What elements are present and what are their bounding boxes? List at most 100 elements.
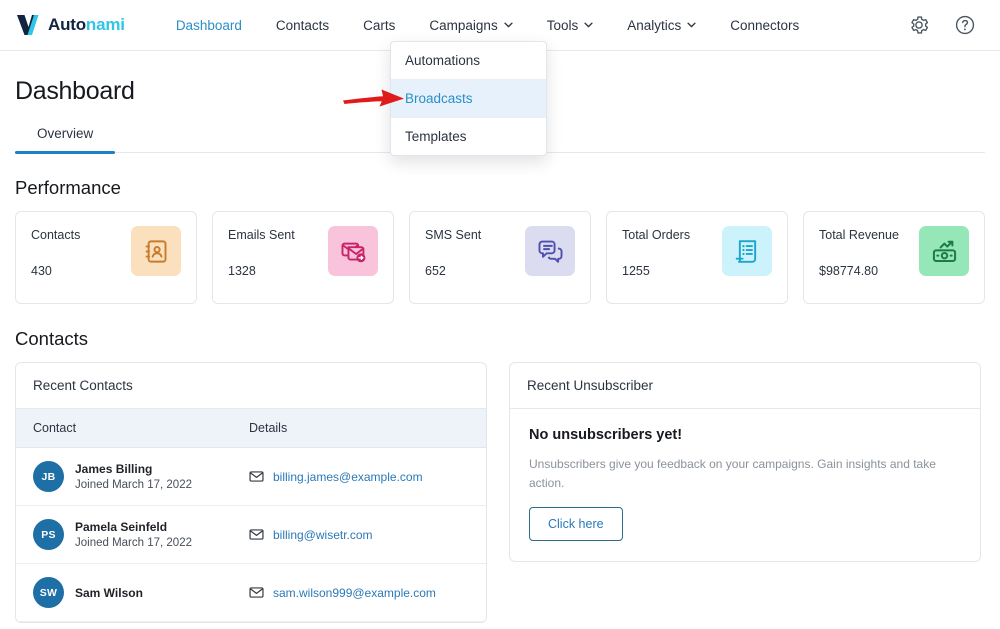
performance-stat-cards: Contacts 430 Emails Sent 1328 SMS Sent 6… [15, 211, 985, 304]
contact-joined-date: Joined March 17, 2022 [75, 479, 192, 491]
brand-name-accent: nami [85, 15, 125, 34]
contact-name: Sam Wilson [75, 585, 143, 600]
stat-label-total-revenue: Total Revenue [819, 228, 899, 242]
nav-label-analytics: Analytics [627, 17, 682, 33]
contact-info: James Billing Joined March 17, 2022 [75, 462, 192, 491]
stat-card-text: Total Revenue $98774.80 [819, 226, 899, 278]
contacts-table-header: Contact Details [16, 409, 486, 448]
dropdown-item-templates[interactable]: Templates [391, 118, 546, 155]
campaigns-dropdown-menu: Automations Broadcasts Templates [390, 41, 547, 156]
tab-overview[interactable]: Overview [15, 126, 116, 154]
stat-card-total-revenue[interactable]: Total Revenue $98774.80 [803, 211, 985, 304]
stat-card-text: Contacts 430 [31, 226, 80, 278]
stat-value-total-revenue: $98774.80 [819, 264, 879, 278]
dropdown-item-broadcasts[interactable]: Broadcasts [391, 80, 546, 118]
avatar: JB [33, 461, 64, 492]
dashboard-page: Autonami Dashboard Contacts Carts Campai… [0, 0, 1000, 629]
contact-joined-date: Joined March 17, 2022 [75, 537, 192, 549]
money-growth-icon [932, 240, 956, 262]
stat-icon-wrap-emails-sent [328, 226, 378, 276]
chevron-down-icon [687, 22, 696, 28]
stat-card-text: Emails Sent 1328 [228, 226, 295, 278]
table-row[interactable]: JB James Billing Joined March 17, 2022 b… [16, 448, 486, 506]
contact-book-icon [145, 239, 166, 263]
contact-cell: JB James Billing Joined March 17, 2022 [16, 461, 249, 492]
stat-label-contacts: Contacts [31, 228, 81, 242]
recent-contacts-title: Recent Contacts [16, 363, 486, 409]
nav-item-dashboard[interactable]: Dashboard [159, 2, 259, 49]
stat-icon-wrap-sms-sent [525, 226, 575, 276]
nav-label-tools: Tools [546, 17, 579, 33]
chat-bubbles-icon [538, 240, 562, 263]
stat-card-text: SMS Sent 652 [425, 226, 481, 278]
stat-label-total-orders: Total Orders [622, 228, 691, 242]
stat-card-emails-sent[interactable]: Emails Sent 1328 [212, 211, 394, 304]
avatar: PS [33, 519, 64, 550]
envelope-icon [249, 471, 264, 482]
stat-icon-wrap-total-revenue [919, 226, 969, 276]
recent-unsubscriber-panel: Recent Unsubscriber No unsubscribers yet… [509, 362, 981, 562]
empty-state-title: No unsubscribers yet! [529, 427, 683, 443]
help-circle-icon[interactable] [954, 14, 976, 36]
contact-info: Pamela Seinfeld Joined March 17, 2022 [75, 520, 192, 549]
stat-label-emails-sent: Emails Sent [228, 228, 295, 242]
dropdown-item-automations[interactable]: Automations [391, 42, 546, 80]
contacts-panels: Recent Contacts Contact Details JB James… [15, 362, 985, 623]
table-row[interactable]: SW Sam Wilson sam.wilson999@example.com [16, 564, 486, 622]
contact-info: Sam Wilson [75, 586, 143, 600]
nav-label-campaigns: Campaigns [429, 17, 498, 33]
column-header-details: Details [249, 421, 288, 435]
receipt-list-icon [735, 239, 756, 263]
contact-email-link[interactable]: billing@wisetr.com [273, 528, 373, 542]
envelope-icon [249, 587, 264, 598]
details-cell: billing@wisetr.com [249, 527, 486, 542]
details-cell: billing.james@example.com [249, 469, 486, 484]
nav-label-carts: Carts [363, 17, 396, 33]
stat-card-total-orders[interactable]: Total Orders 1255 [606, 211, 788, 304]
chevron-down-icon [504, 22, 513, 28]
nav-label-contacts: Contacts [275, 17, 330, 33]
stat-card-text: Total Orders 1255 [622, 226, 690, 278]
recent-unsubscriber-title: Recent Unsubscriber [510, 363, 980, 409]
stat-label-sms-sent: SMS Sent [425, 228, 482, 242]
stat-card-sms-sent[interactable]: SMS Sent 652 [409, 211, 591, 304]
stat-value-emails-sent: 1328 [228, 264, 256, 278]
section-title-performance: Performance [15, 177, 121, 198]
nav-label-connectors: Connectors [730, 17, 800, 33]
nav-label-dashboard: Dashboard [175, 17, 242, 33]
nav-item-connectors[interactable]: Connectors [713, 2, 816, 49]
contact-name: Pamela Seinfeld [75, 520, 168, 534]
contact-email-link[interactable]: sam.wilson999@example.com [273, 586, 436, 600]
gear-icon[interactable] [908, 14, 930, 36]
empty-state-description: Unsubscribers give you feedback on your … [529, 457, 936, 490]
tab-label-overview: Overview [37, 126, 94, 141]
click-here-button[interactable]: Click here [529, 507, 623, 542]
contact-cell: PS Pamela Seinfeld Joined March 17, 2022 [16, 519, 249, 550]
dropdown-label-broadcasts: Broadcasts [405, 91, 473, 106]
autonami-v-logo-icon [17, 15, 39, 35]
stat-icon-wrap-contacts [131, 226, 181, 276]
envelope-icon [249, 529, 264, 540]
brand-logo[interactable]: Autonami [16, 14, 125, 36]
section-title-contacts: Contacts [15, 328, 89, 349]
stat-icon-wrap-total-orders [722, 226, 772, 276]
dropdown-label-templates: Templates [405, 129, 467, 144]
stat-value-sms-sent: 652 [425, 264, 446, 278]
recent-contacts-panel: Recent Contacts Contact Details JB James… [15, 362, 487, 623]
brand-name-dark: Auto [48, 15, 86, 34]
contact-email-link[interactable]: billing.james@example.com [273, 470, 423, 484]
dropdown-label-automations: Automations [405, 53, 481, 68]
avatar: SW [33, 577, 64, 608]
contact-name: James Billing [75, 462, 153, 476]
details-cell: sam.wilson999@example.com [249, 585, 486, 600]
table-row[interactable]: PS Pamela Seinfeld Joined March 17, 2022… [16, 506, 486, 564]
contact-cell: SW Sam Wilson [16, 577, 249, 608]
stat-value-contacts: 430 [31, 264, 52, 278]
nav-item-contacts[interactable]: Contacts [259, 2, 346, 49]
nav-item-analytics[interactable]: Analytics [610, 2, 713, 49]
column-header-contact: Contact [33, 421, 77, 435]
stat-card-contacts[interactable]: Contacts 430 [15, 211, 197, 304]
chevron-down-icon [584, 22, 593, 28]
stat-value-total-orders: 1255 [622, 264, 650, 278]
unsubscriber-empty-state: No unsubscribers yet! Unsubscribers give… [510, 409, 980, 542]
